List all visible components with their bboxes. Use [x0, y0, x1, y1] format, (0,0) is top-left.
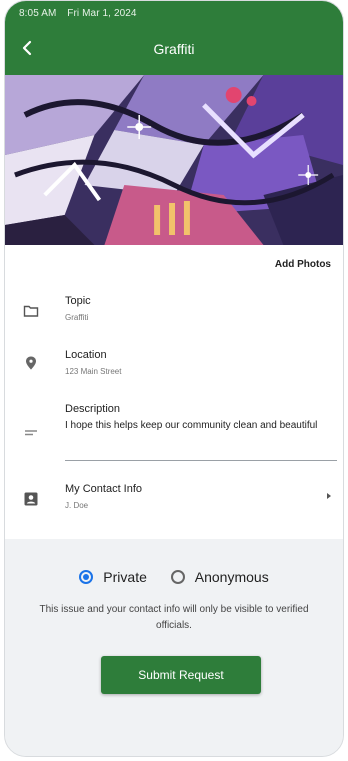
radio-unselected-icon — [170, 570, 185, 584]
text-lines-icon — [25, 430, 37, 436]
add-photos-button[interactable]: Add Photos — [275, 259, 331, 270]
contact-info-row[interactable]: My Contact Info J. Doe — [5, 479, 343, 519]
description-value[interactable]: I hope this helps keep our community cle… — [65, 419, 333, 433]
topic-value: Graffiti — [65, 313, 89, 322]
anonymous-radio[interactable]: Anonymous — [170, 569, 269, 585]
chevron-right-icon — [327, 493, 331, 499]
location-label: Location — [65, 349, 107, 361]
location-pin-icon — [26, 356, 36, 370]
privacy-notice: This issue and your contact info will on… — [39, 604, 309, 631]
request-form: Add Photos Topic Graffiti Location 123 M… — [5, 245, 343, 539]
privacy-options: Private Anonymous — [5, 569, 343, 587]
topic-field[interactable]: Topic Graffiti — [5, 291, 343, 327]
folder-icon — [23, 305, 39, 317]
private-label: Private — [103, 569, 147, 585]
contact-label: My Contact Info — [65, 483, 143, 495]
graffiti-image — [5, 75, 343, 245]
anonymous-label: Anonymous — [194, 569, 269, 585]
status-time: 8:05 AM — [19, 8, 57, 19]
description-underline — [65, 460, 337, 461]
contact-value: J. Doe — [65, 501, 89, 510]
location-field[interactable]: Location 123 Main Street — [5, 345, 343, 381]
privacy-section: Private Anonymous This issue and your co… — [5, 539, 343, 756]
description-field[interactable]: Description I hope this helps keep our c… — [5, 399, 343, 465]
radio-selected-icon — [79, 570, 94, 584]
status-date: Fri Mar 1, 2024 — [67, 8, 137, 19]
graffiti-photo[interactable] — [5, 75, 343, 245]
app-bar: 8:05 AM Fri Mar 1, 2024 Graffiti — [5, 1, 343, 75]
page-title: Graffiti — [153, 41, 195, 57]
description-label: Description — [65, 403, 121, 415]
phone-screen: 8:05 AM Fri Mar 1, 2024 Graffiti Add Pho… — [4, 0, 344, 757]
location-value: 123 Main Street — [65, 367, 122, 376]
contact-card-icon — [24, 492, 38, 506]
submit-request-button[interactable]: Submit Request — [101, 656, 261, 694]
status-bar: 8:05 AM Fri Mar 1, 2024 — [19, 8, 145, 19]
private-radio[interactable]: Private — [79, 569, 147, 585]
topic-label: Topic — [65, 295, 91, 307]
